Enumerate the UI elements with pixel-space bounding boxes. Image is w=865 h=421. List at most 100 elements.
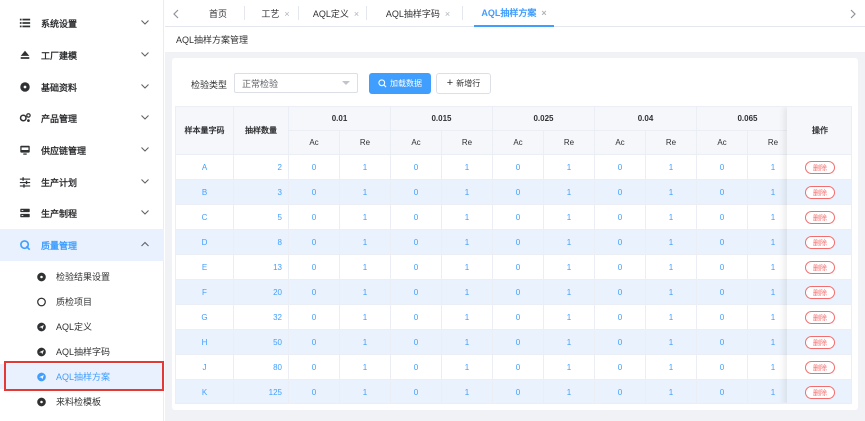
cell-re[interactable]: 1	[544, 380, 595, 403]
add-row-button[interactable]: + 新增行	[436, 73, 491, 94]
cell-ac[interactable]: 0	[493, 205, 544, 230]
cell-re[interactable]: 1	[340, 280, 391, 305]
cell-ac[interactable]: 0	[391, 280, 442, 305]
delete-button[interactable]: 删除	[805, 261, 835, 274]
sidebar-menu-4[interactable]: 产品管理	[0, 102, 164, 134]
cell-ac[interactable]: 0	[391, 330, 442, 355]
cell-ac[interactable]: 0	[595, 305, 646, 330]
sidebar-menu-5[interactable]: 供应链管理	[0, 134, 164, 166]
tab-2[interactable]: 工艺 ×	[257, 0, 294, 27]
cell-re[interactable]: 1	[340, 230, 391, 255]
cell-ac[interactable]: 0	[697, 330, 748, 355]
sidebar-subitem-3[interactable]: AQL定义	[0, 314, 164, 339]
cell-re[interactable]: 1	[442, 380, 493, 403]
cell-re[interactable]: 1	[340, 180, 391, 205]
cell-ac[interactable]: 0	[391, 355, 442, 380]
tab-5[interactable]: AQL抽样方案 ×	[474, 0, 554, 27]
cell-re[interactable]: 1	[442, 305, 493, 330]
cell-re[interactable]: 1	[544, 355, 595, 380]
cell-ac[interactable]: 0	[289, 230, 340, 255]
sidebar-subitem-1[interactable]: 检验结果设置	[0, 264, 164, 289]
cell-ac[interactable]: 0	[391, 180, 442, 205]
cell-re[interactable]: 1	[544, 280, 595, 305]
close-icon[interactable]: ×	[445, 9, 450, 19]
cell-re[interactable]: 1	[340, 305, 391, 330]
cell-ac[interactable]: 0	[289, 180, 340, 205]
cell-ac[interactable]: 0	[289, 380, 340, 403]
cell-ac[interactable]: 0	[697, 205, 748, 230]
cell-ac[interactable]: 0	[391, 255, 442, 280]
cell-re[interactable]: 1	[544, 305, 595, 330]
inspection-type-select[interactable]: 正常检验	[234, 73, 358, 93]
delete-button[interactable]: 删除	[805, 211, 835, 224]
cell-re[interactable]: 1	[442, 230, 493, 255]
cell-ac[interactable]: 0	[289, 355, 340, 380]
cell-ac[interactable]: 0	[595, 230, 646, 255]
sidebar-menu-7[interactable]: 生产制程	[0, 197, 164, 229]
cell-ac[interactable]: 0	[697, 180, 748, 205]
cell-re[interactable]: 1	[442, 330, 493, 355]
cell-ac[interactable]: 0	[289, 155, 340, 180]
cell-ac[interactable]: 0	[391, 305, 442, 330]
sidebar-menu-6[interactable]: 生产计划	[0, 166, 164, 198]
tab-4[interactable]: AQL抽样字码 ×	[378, 0, 458, 27]
cell-ac[interactable]: 0	[289, 255, 340, 280]
cell-ac[interactable]: 0	[289, 280, 340, 305]
close-icon[interactable]: ×	[284, 9, 289, 19]
cell-ac[interactable]: 0	[391, 230, 442, 255]
cell-ac[interactable]: 0	[493, 180, 544, 205]
cell-re[interactable]: 1	[646, 230, 697, 255]
cell-ac[interactable]: 0	[493, 355, 544, 380]
delete-button[interactable]: 删除	[805, 361, 835, 374]
cell-ac[interactable]: 0	[493, 280, 544, 305]
cell-re[interactable]: 1	[442, 255, 493, 280]
cell-re[interactable]: 1	[544, 330, 595, 355]
cell-ac[interactable]: 0	[493, 330, 544, 355]
cell-re[interactable]: 1	[646, 155, 697, 180]
sidebar-menu-2[interactable]: 工厂建模	[0, 39, 164, 71]
cell-ac[interactable]: 0	[697, 230, 748, 255]
tab-scroll-right-icon[interactable]	[841, 0, 863, 27]
cell-re[interactable]: 1	[442, 280, 493, 305]
delete-button[interactable]: 删除	[805, 336, 835, 349]
cell-re[interactable]: 1	[646, 280, 697, 305]
cell-ac[interactable]: 0	[493, 305, 544, 330]
cell-re[interactable]: 1	[646, 180, 697, 205]
cell-re[interactable]: 1	[544, 230, 595, 255]
delete-button[interactable]: 删除	[805, 186, 835, 199]
cell-ac[interactable]: 0	[289, 330, 340, 355]
delete-button[interactable]: 删除	[805, 311, 835, 324]
tab-3[interactable]: AQL定义 ×	[310, 0, 362, 27]
cell-re[interactable]: 1	[544, 180, 595, 205]
cell-ac[interactable]: 0	[697, 280, 748, 305]
cell-re[interactable]: 1	[340, 255, 391, 280]
delete-button[interactable]: 删除	[805, 286, 835, 299]
sidebar-menu-8[interactable]: 质量管理	[0, 229, 164, 261]
cell-re[interactable]: 1	[544, 155, 595, 180]
cell-ac[interactable]: 0	[697, 155, 748, 180]
cell-ac[interactable]: 0	[595, 155, 646, 180]
cell-ac[interactable]: 0	[595, 355, 646, 380]
cell-ac[interactable]: 0	[391, 155, 442, 180]
cell-ac[interactable]: 0	[289, 305, 340, 330]
cell-ac[interactable]: 0	[391, 205, 442, 230]
load-data-button[interactable]: 加载数据	[369, 73, 431, 94]
close-icon[interactable]: ×	[541, 8, 546, 18]
cell-ac[interactable]: 0	[289, 205, 340, 230]
sidebar-menu-3[interactable]: 基础资料	[0, 71, 164, 103]
cell-ac[interactable]: 0	[493, 155, 544, 180]
cell-ac[interactable]: 0	[493, 255, 544, 280]
cell-re[interactable]: 1	[646, 205, 697, 230]
cell-re[interactable]: 1	[442, 180, 493, 205]
cell-re[interactable]: 1	[442, 155, 493, 180]
cell-re[interactable]: 1	[646, 255, 697, 280]
cell-re[interactable]: 1	[544, 255, 595, 280]
cell-re[interactable]: 1	[340, 355, 391, 380]
cell-re[interactable]: 1	[544, 205, 595, 230]
close-icon[interactable]: ×	[354, 9, 359, 19]
cell-re[interactable]: 1	[340, 205, 391, 230]
delete-button[interactable]: 删除	[805, 161, 835, 174]
cell-ac[interactable]: 0	[595, 380, 646, 403]
tab-1[interactable]: 首页	[196, 0, 240, 27]
sidebar-subitem-6[interactable]: 来料检模板	[0, 389, 164, 414]
